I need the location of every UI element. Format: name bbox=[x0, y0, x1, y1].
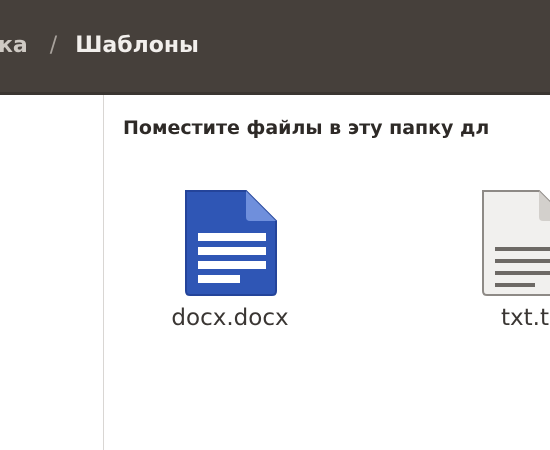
file-label: txt.t bbox=[501, 305, 549, 331]
breadcrumb-current[interactable]: Шаблоны bbox=[75, 33, 199, 58]
file-item-docx[interactable]: docx.docx bbox=[145, 187, 315, 331]
file-label: docx.docx bbox=[171, 305, 289, 331]
file-manager-window: ка / Шаблоны Поместите файлы в эту папку… bbox=[0, 0, 550, 450]
breadcrumb-separator: / bbox=[49, 32, 58, 58]
document-icon bbox=[185, 190, 277, 296]
sidebar bbox=[0, 95, 104, 450]
header-bar: ка / Шаблоны bbox=[0, 0, 550, 95]
breadcrumb: ка / Шаблоны bbox=[0, 28, 199, 62]
file-view: Поместите файлы в эту папку дл docx.docx bbox=[105, 95, 550, 450]
breadcrumb-parent[interactable]: ка bbox=[0, 33, 28, 58]
file-item-txt[interactable]: txt.t bbox=[440, 187, 550, 331]
empty-templates-hint: Поместите файлы в эту папку дл bbox=[123, 117, 490, 139]
text-file-icon bbox=[482, 190, 550, 296]
